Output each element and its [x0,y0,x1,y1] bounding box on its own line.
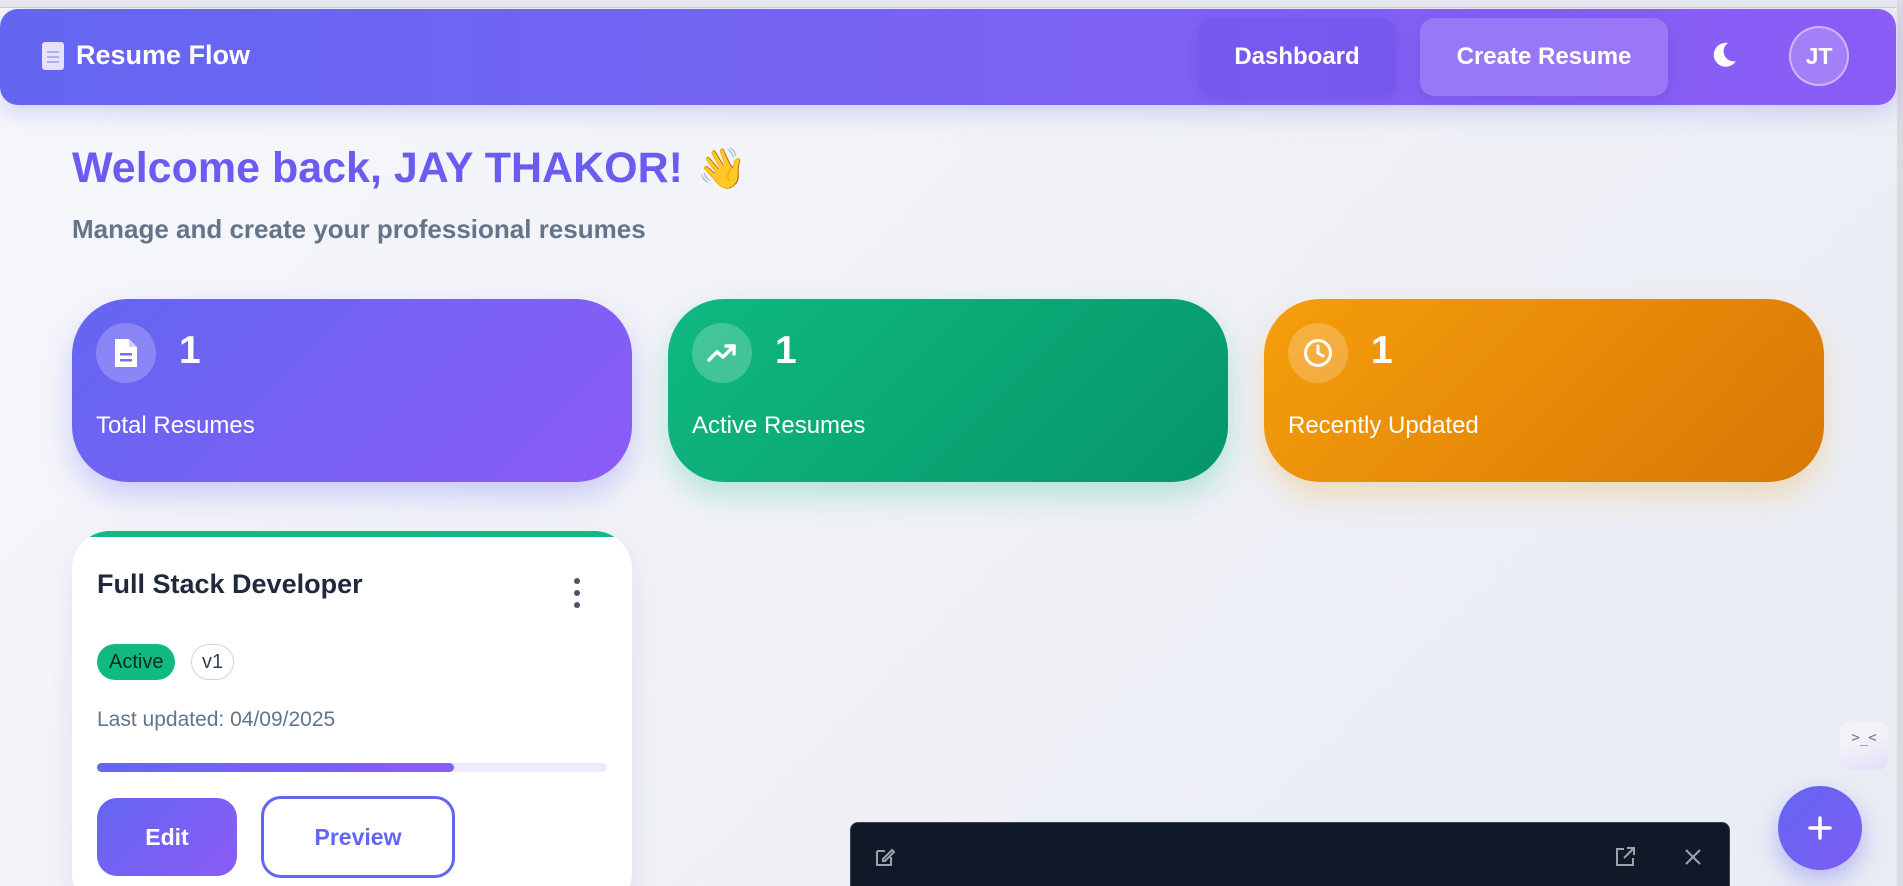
page-title: Welcome back, JAY THAKOR! 👋 [72,144,747,193]
close-icon[interactable] [1681,845,1705,869]
document-icon [96,323,156,383]
avatar[interactable]: JT [1789,26,1849,86]
brand-name: Resume Flow [76,40,251,70]
scrollbar[interactable] [1897,0,1903,886]
stat-card-active: 1 Active Resumes [668,299,1228,482]
compose-icon[interactable] [873,845,897,869]
top-navbar: Resume Flow Dashboard Create Resume JT [0,9,1896,105]
more-options-icon[interactable] [572,578,582,608]
status-stripe [72,531,632,537]
page-subtitle: Manage and create your professional resu… [72,214,646,244]
resume-card[interactable]: Full Stack Developer Active v1 Last upda… [72,531,632,886]
clock-icon [1288,323,1348,383]
stat-card-recent: 1 Recently Updated [1264,299,1824,482]
open-external-icon[interactable] [1613,845,1637,869]
progress-bar [97,763,607,772]
edit-button[interactable]: Edit [97,798,237,876]
nav-dashboard-button[interactable]: Dashboard [1198,18,1396,96]
resume-title: Full Stack Developer [97,569,363,599]
stat-label: Recently Updated [1288,412,1479,439]
browser-top-edge [0,0,1903,8]
add-resume-fab[interactable] [1778,786,1862,870]
trending-up-icon [692,323,752,383]
last-updated: Last updated: 04/09/2025 [97,708,336,731]
stat-value: 1 [775,329,797,372]
stat-value: 1 [1371,329,1393,372]
status-badge: Active [97,644,176,680]
version-badge: v1 [191,644,235,680]
stat-label: Total Resumes [96,412,255,439]
preview-button[interactable]: Preview [261,796,455,878]
waving-hand-icon: 👋 [696,147,747,191]
side-widget[interactable]: >_< [1840,722,1888,770]
brand[interactable]: Resume Flow [42,40,250,71]
stat-card-total: 1 Total Resumes [72,299,632,482]
welcome-text: Welcome back, JAY THAKOR! [72,144,683,192]
stat-value: 1 [179,329,201,372]
progress-fill [97,763,454,772]
stat-label: Active Resumes [692,412,866,439]
plus-icon [1808,816,1832,840]
floating-panel [850,822,1730,886]
nav-create-resume-button[interactable]: Create Resume [1420,18,1668,96]
moon-icon[interactable] [1708,39,1740,71]
document-icon [42,41,64,70]
